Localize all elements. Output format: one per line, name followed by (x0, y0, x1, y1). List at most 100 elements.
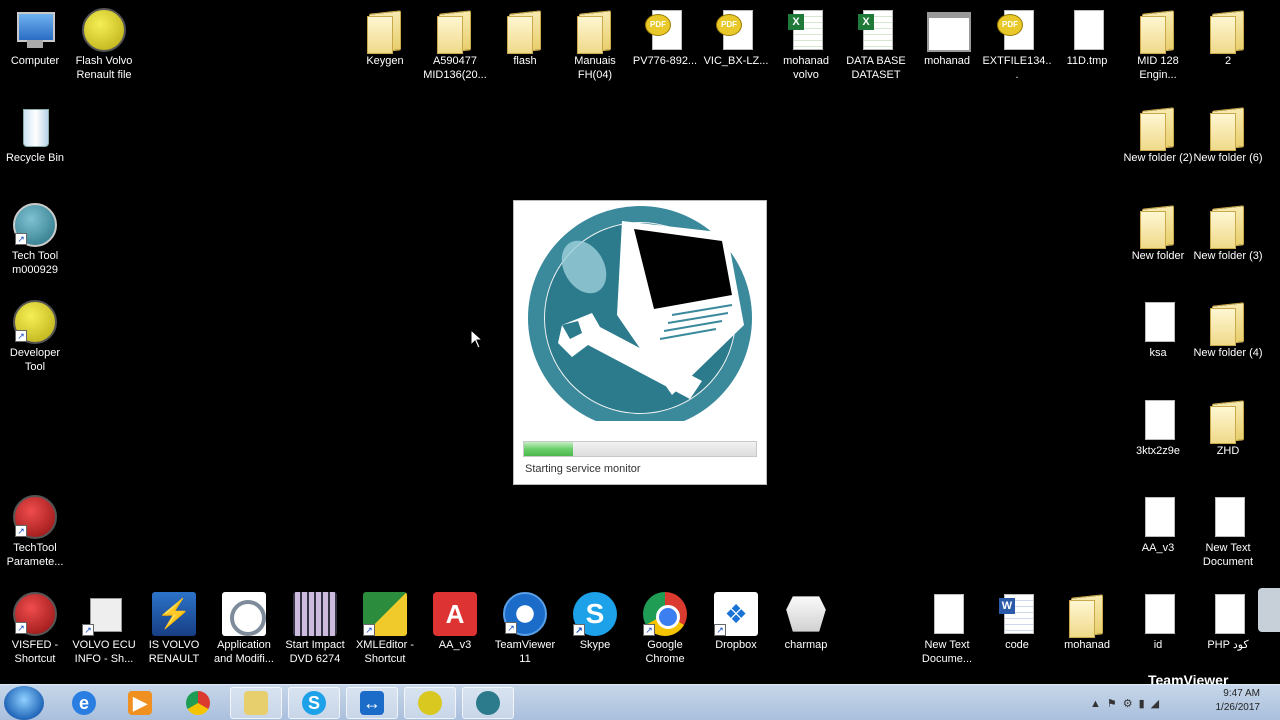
icon-label: DATA BASE DATASET (846, 55, 906, 81)
desktop-icon-new-folder-6[interactable]: New folder (6) (1193, 105, 1263, 165)
desktop-icon-new-folder[interactable]: New folder (1123, 203, 1193, 263)
desktop-icon-database[interactable]: DATA BASE DATASET (841, 8, 911, 82)
desktop-icon-aa-v3[interactable]: A AA_v3 (420, 592, 490, 652)
volvo-ecu-icon: ↗ (82, 592, 126, 636)
desktop-icon-zhd[interactable]: ZHD (1193, 398, 1263, 458)
tray-icons[interactable]: ▲⚑⚙▮◢ (1090, 697, 1165, 710)
taskbar-skype[interactable]: S (288, 687, 340, 719)
taskbar-flash-volvo[interactable] (404, 687, 456, 719)
icon-label: PHP كود (1207, 639, 1249, 651)
teamviewer-side-tab[interactable] (1258, 588, 1280, 632)
taskbar-explorer[interactable] (230, 687, 282, 719)
desktop-icon-vic-bx[interactable]: VIC_BX-LZ... (701, 8, 771, 68)
desktop-icon-developer-tool[interactable]: ↗ Developer Tool (0, 300, 70, 374)
desktop-icon-mohanad-folder[interactable]: mohanad (1052, 592, 1122, 652)
taskbar-internet-explorer[interactable]: e (58, 687, 110, 719)
icon-label: New folder (6) (1193, 152, 1263, 164)
impact-icon (293, 592, 337, 636)
taskbar-media-player[interactable]: ▶ (114, 687, 166, 719)
icon-label: Recycle Bin (5, 152, 65, 164)
splash-progress-bar (523, 441, 757, 457)
desktop-icon-3ktx2z9e[interactable]: 3ktx2z9e (1123, 398, 1193, 458)
shortcut-arrow-icon: ↗ (363, 624, 375, 636)
folder-icon (573, 8, 617, 54)
desktop-icon-ksa[interactable]: ksa (1123, 300, 1193, 360)
desktop-icon-application-modifi[interactable]: Application and Modifi... (209, 592, 279, 666)
computer-icon (13, 8, 57, 52)
desktop-icon-extfile[interactable]: EXTFILE134... (982, 8, 1052, 82)
icon-label: mohanad volvo (783, 55, 829, 81)
desktop-icon-charmap[interactable]: charmap (771, 592, 841, 652)
icon-label: Application and Modifi... (214, 639, 274, 665)
start-button[interactable] (4, 686, 44, 720)
charmap-icon (786, 596, 826, 632)
desktop-icon-new-folder-2[interactable]: New folder (2) (1123, 105, 1193, 165)
desktop-icon-xmleditor[interactable]: ↗ XMLEditor - Shortcut (350, 592, 420, 666)
taskbar: e ▶ S ↔ ▲⚑⚙▮◢ 9:47 AM 1/26/2017 (0, 684, 1280, 720)
desktop-icon-manuais[interactable]: Manuais FH(04) (560, 8, 630, 82)
desktop-icon-keygen[interactable]: Keygen (350, 8, 420, 68)
icon-label: A590477 MID136(20... (423, 55, 487, 81)
desktop-icon-new-folder-4[interactable]: New folder (4) (1193, 300, 1263, 360)
desktop-icon-a590477[interactable]: A590477 MID136(20... (420, 8, 490, 82)
desktop-icon-id[interactable]: id (1123, 592, 1193, 652)
icon-label: Manuais FH(04) (574, 55, 616, 81)
taskbar-teamviewer[interactable]: ↔ (346, 687, 398, 719)
desktop-icon-dropbox[interactable]: ❖ ↗ Dropbox (701, 592, 771, 652)
desktop-icon-visfed[interactable]: ↗ VISFED - Shortcut (0, 592, 70, 666)
desktop-icon-flash-volvo[interactable]: Flash Volvo Renault file (69, 8, 139, 82)
file-icon (1136, 592, 1180, 636)
desktop-icon-start-impact[interactable]: Start Impact DVD 6274 (280, 592, 350, 666)
icon-label: XMLEditor - Shortcut (355, 639, 415, 665)
desktop-icon-aa-v3-file[interactable]: AA_v3 (1123, 495, 1193, 555)
media-player-icon: ▶ (128, 691, 152, 715)
xmleditor-icon: ↗ (363, 592, 407, 636)
icon-label: VOLVO ECU INFO - Sh... (72, 639, 136, 665)
folder-icon (1206, 105, 1250, 151)
clock-date: 1/26/2017 (1215, 702, 1261, 713)
desktop-icon-skype[interactable]: S ↗ Skype (560, 592, 630, 652)
desktop-icon-new-folder-3[interactable]: New folder (3) (1193, 203, 1263, 263)
desktop-icon-recycle-bin[interactable]: Recycle Bin (0, 105, 70, 165)
developer-tool-icon: ↗ (13, 300, 57, 344)
desktop-icon-2[interactable]: 2 (1193, 8, 1263, 68)
techtool-parameter-icon: ↗ (13, 495, 57, 539)
desktop-icon-techtool-parameter[interactable]: ↗ TechTool Paramete... (0, 495, 70, 569)
desktop-icon-is-volvo-renault[interactable]: ⚡ IS VOLVO RENAULT (139, 592, 209, 666)
desktop-icon-mohanad-volvo[interactable]: mohanad volvo (771, 8, 841, 82)
desktop-icon-11d-tmp[interactable]: 11D.tmp (1052, 8, 1122, 68)
desktop-icon-php-code[interactable]: PHP كود (1193, 592, 1263, 652)
desktop-icon-new-text-document[interactable]: New Text Document (1193, 495, 1263, 569)
shortcut-arrow-icon: ↗ (573, 624, 585, 636)
desktop-icon-volvo-ecu-info[interactable]: ↗ VOLVO ECU INFO - Sh... (69, 592, 139, 666)
window-icon (925, 8, 971, 52)
taskbar-tech-tool[interactable] (462, 687, 514, 719)
desktop-icon-google-chrome[interactable]: ↗ Google Chrome (630, 592, 700, 666)
visfed-icon: ↗ (13, 592, 57, 636)
desktop-icon-computer[interactable]: Computer (0, 8, 70, 68)
icon-label: Skype (579, 639, 611, 651)
ie-icon: e (72, 691, 96, 715)
flash-volvo-icon (82, 8, 126, 52)
desktop-icon-code[interactable]: code (982, 592, 1052, 652)
desktop-icon-new-text-docume[interactable]: New Text Docume... (912, 592, 982, 666)
icon-label: Computer (10, 55, 60, 67)
clock-time: 9:47 AM (1223, 688, 1260, 699)
desktop-icon-mid128[interactable]: MID 128 Engin... (1123, 8, 1193, 82)
taskbar-chrome[interactable] (172, 687, 224, 719)
mouse-pointer-icon (470, 329, 484, 349)
desktop-icon-teamviewer[interactable]: ↗ TeamViewer 11 (490, 592, 560, 666)
icon-label: MID 128 Engin... (1137, 55, 1179, 81)
icon-label: Start Impact DVD 6274 (285, 639, 345, 665)
taskbar-clock[interactable]: 9:47 AM 1/26/2017 (1216, 687, 1261, 715)
icon-label: Tech Tool m000929 (11, 250, 59, 276)
desktop-icon-tech-tool[interactable]: ↗ Tech Tool m000929 (0, 203, 70, 277)
shortcut-arrow-icon: ↗ (643, 624, 655, 636)
desktop-icon-mohanad-window[interactable]: mohanad (912, 8, 982, 68)
file-icon (1065, 8, 1109, 52)
dropbox-icon: ❖ ↗ (714, 592, 758, 636)
desktop-icon-flash[interactable]: flash (490, 8, 560, 68)
desktop-icon-pv776[interactable]: PV776-892... (630, 8, 700, 68)
icon-label: mohanad (924, 55, 970, 67)
shortcut-arrow-icon: ↗ (15, 330, 27, 342)
